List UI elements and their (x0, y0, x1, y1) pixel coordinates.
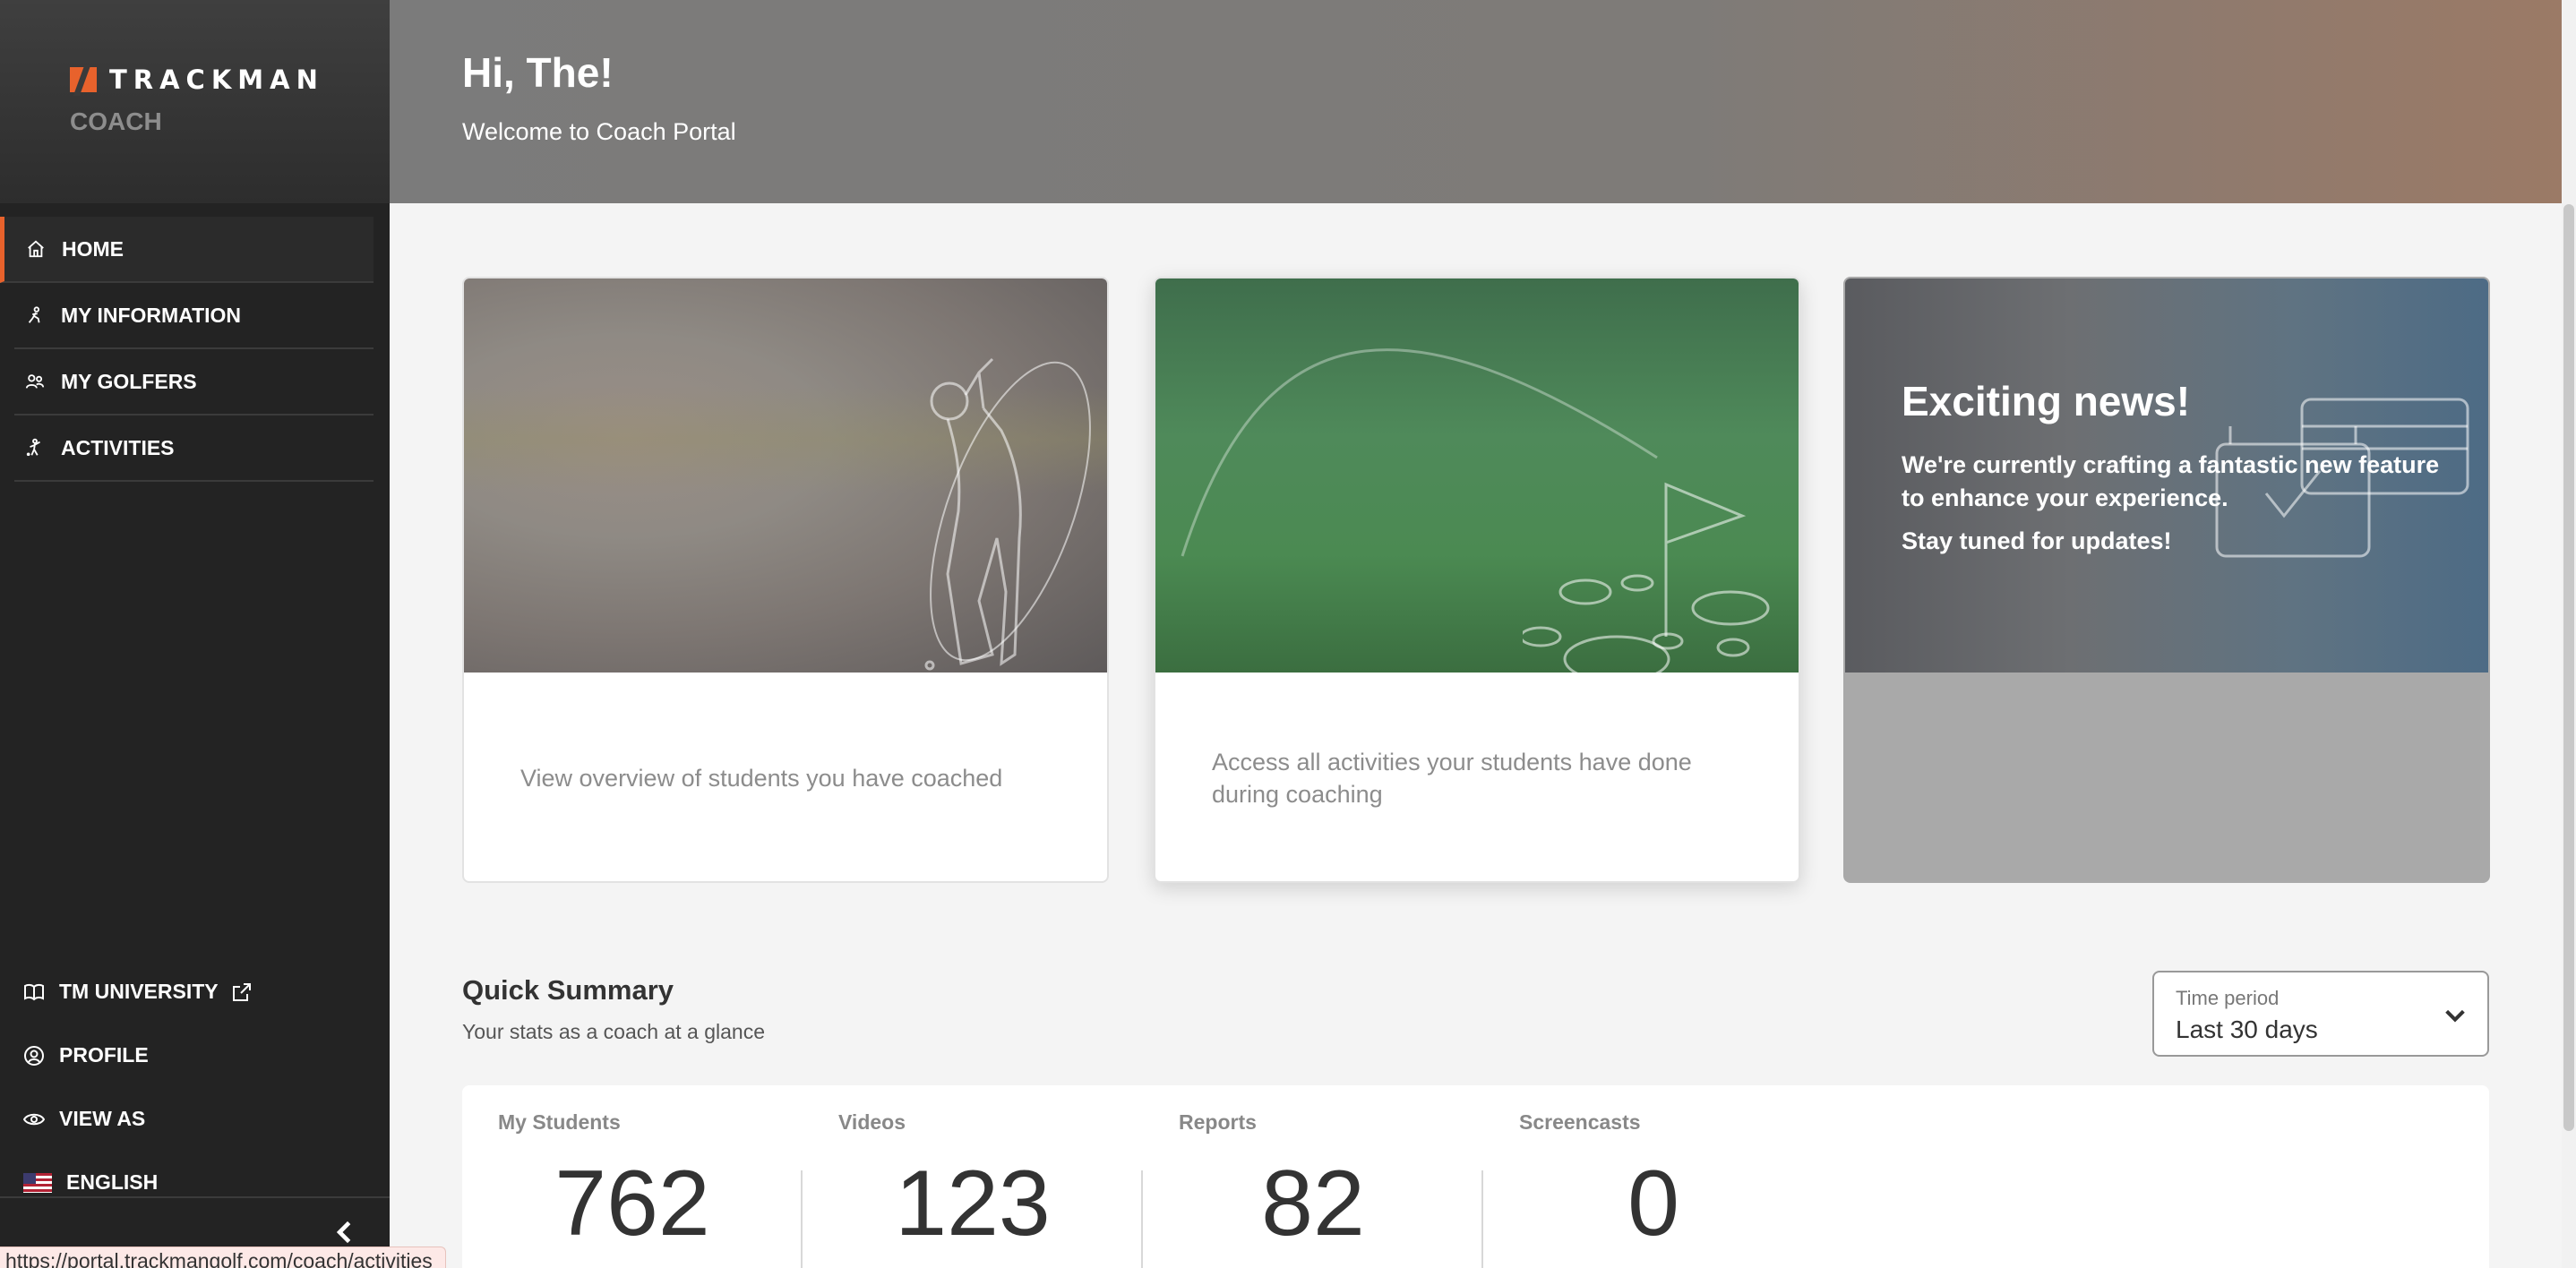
stat-label: Screencasts (1519, 1110, 1641, 1134)
time-period-select[interactable]: Time period Last 30 days (2152, 971, 2489, 1057)
card-title: Activities (1212, 799, 1404, 846)
stat-value: 0 (1627, 1152, 1679, 1255)
nav-item-tm-university[interactable]: TM UNIVERSITY (0, 960, 390, 1024)
nav-item-label: TM UNIVERSITY (59, 980, 219, 1003)
nav-item-home[interactable]: HOME (0, 217, 374, 283)
scrollbar-thumb[interactable] (2563, 204, 2574, 1131)
golfer-swing-illustration (924, 357, 1091, 671)
nav-item-my-golfers[interactable]: MY GOLFERS (14, 349, 374, 416)
nav-item-label: PROFILE (59, 1043, 149, 1067)
news-footer: Stay tuned for updates! (1902, 527, 2172, 554)
main-nav: HOME MY INFORMATION MY GOLFERS ACTIVITIE… (0, 217, 390, 482)
nav-item-view-as[interactable]: VIEW AS (0, 1087, 390, 1151)
news-image: Exciting news! We're currently crafting … (1845, 278, 2488, 673)
stat-value: 82 (1261, 1152, 1365, 1255)
flag-target-illustration (1523, 482, 1770, 673)
chevron-down-icon (2445, 1009, 2465, 1023)
stats-panel: My Students 762 Videos 123 Reports 82 Sc… (462, 1085, 2489, 1268)
nav-item-activities[interactable]: ACTIVITIES (14, 416, 374, 482)
stat-screencasts: Screencasts 0 (1483, 1110, 1824, 1257)
page-title: Hi, The! (462, 49, 614, 96)
nav-item-profile[interactable]: PROFILE (0, 1024, 390, 1087)
select-value: Last 30 days (2176, 1015, 2318, 1043)
book-icon (24, 983, 44, 1000)
news-content: Exciting news! We're currently crafting … (1902, 377, 2457, 555)
scrollbar[interactable] (2562, 0, 2576, 1268)
news-body: We're currently crafting a fantastic new… (1902, 451, 2440, 511)
home-icon (24, 237, 47, 261)
golfer-icon (23, 436, 47, 459)
us-flag-icon (23, 1172, 52, 1193)
nav-item-label: HOME (62, 236, 124, 261)
bottom-nav: TM UNIVERSITY PROFILE VIEW AS ENGLISH (0, 960, 390, 1214)
nav-item-label: ENGLISH (66, 1170, 159, 1194)
trackman-logo-icon (70, 67, 97, 92)
my-golfers-image (464, 278, 1107, 673)
card-title: My Golfers (520, 799, 743, 846)
brand-subtitle: COACH (70, 107, 162, 135)
stat-value: 762 (554, 1152, 710, 1255)
stat-my-students: My Students 762 (462, 1110, 803, 1257)
nav-item-label: ACTIVITIES (61, 435, 175, 459)
nav-item-my-information[interactable]: MY INFORMATION (14, 283, 374, 349)
stat-videos: Videos 123 (803, 1110, 1143, 1257)
activities-image (1155, 278, 1799, 673)
stat-reports: Reports 82 (1143, 1110, 1483, 1257)
welcome-text: Welcome to Coach Portal (462, 118, 736, 145)
nav-item-label: VIEW AS (59, 1107, 146, 1130)
brand-name: TRACKMAN (109, 64, 324, 95)
eye-icon (23, 1113, 45, 1125)
card-description: Access all activities your students have… (1212, 748, 1692, 808)
stat-label: Reports (1179, 1110, 1257, 1134)
stat-value: 123 (895, 1152, 1051, 1255)
brand-logo[interactable]: TRACKMAN COACH (0, 0, 390, 203)
external-link-icon (232, 982, 251, 1001)
news-title: Exciting news! (1902, 378, 2191, 424)
chevron-left-icon (336, 1221, 351, 1244)
welcome-banner: Hi, The! Welcome to Coach Portal (390, 0, 2562, 203)
person-icon (23, 304, 47, 327)
section-title: Quick Summary (462, 974, 674, 1006)
select-label: Time period (2176, 987, 2280, 1009)
my-golfers-card[interactable]: My Golfers View overview of students you… (462, 277, 1109, 883)
exciting-news-card: Exciting news! We're currently crafting … (1843, 277, 2490, 883)
users-icon (23, 370, 47, 393)
nav-item-label: MY INFORMATION (61, 303, 242, 327)
card-description: View overview of students you have coach… (520, 764, 1003, 792)
section-subtitle: Your stats as a coach at a glance (462, 1020, 765, 1043)
stat-label: Videos (838, 1110, 906, 1134)
activities-card[interactable]: Activities Access all activities your st… (1154, 277, 1800, 883)
user-circle-icon (24, 1045, 44, 1066)
stat-label: My Students (498, 1110, 621, 1134)
link-status-bar: https://portal.trackmangolf.com/coach/ac… (0, 1247, 446, 1268)
nav-item-label: MY GOLFERS (61, 369, 197, 393)
sidebar: TRACKMAN COACH HOME MY INFORMATION MY GO… (0, 0, 390, 1268)
